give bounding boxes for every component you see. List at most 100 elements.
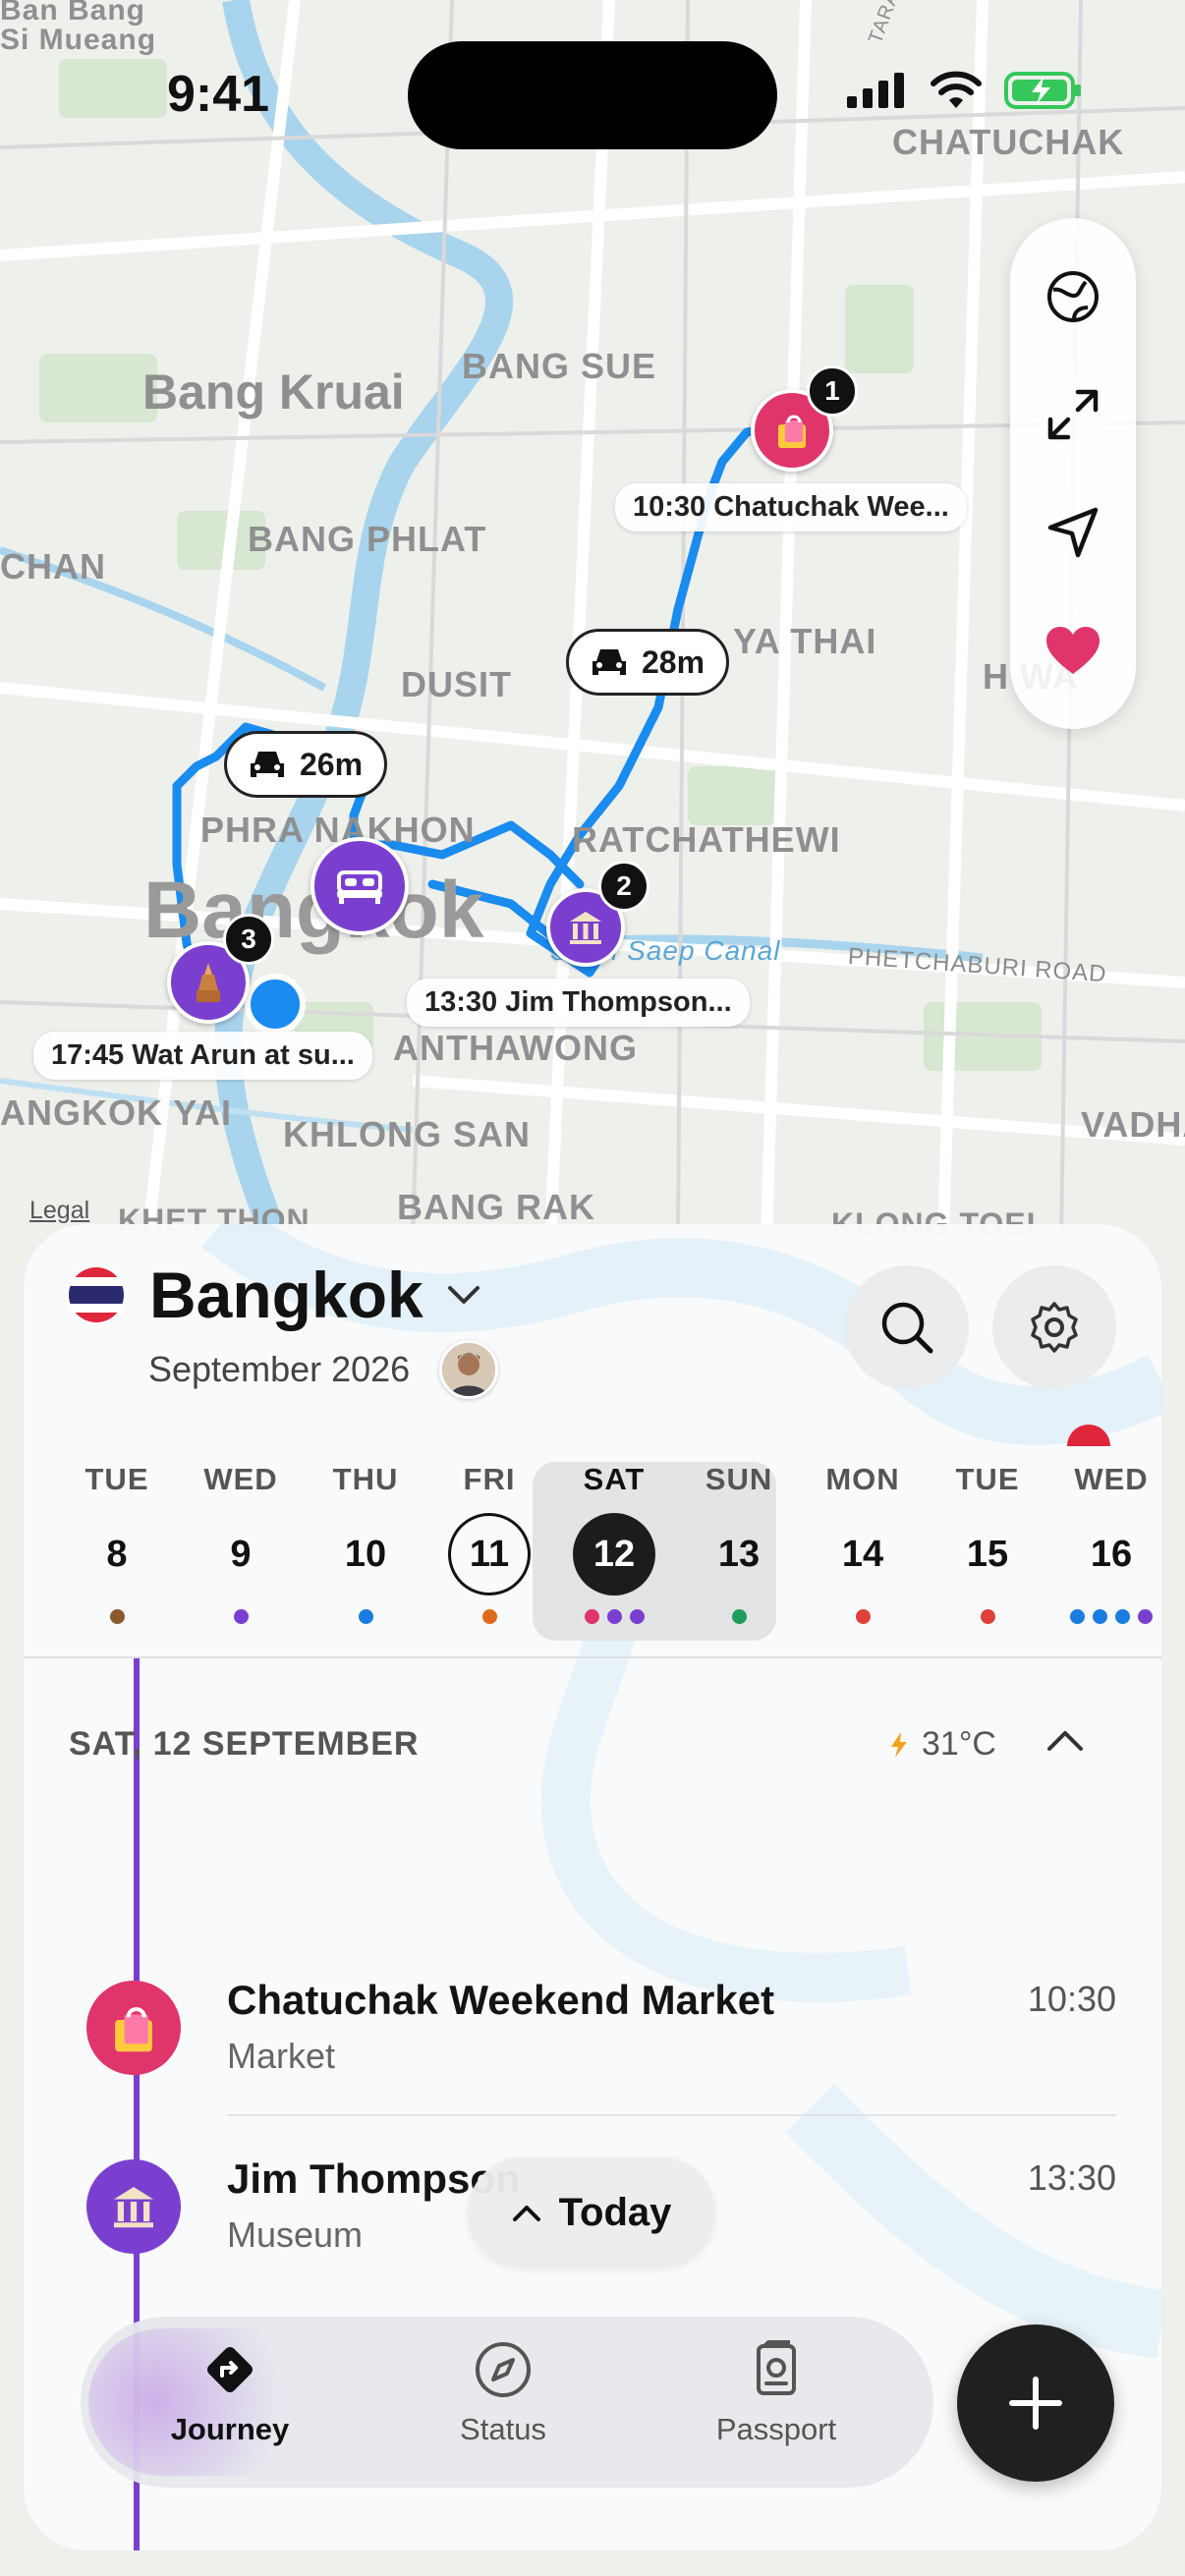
thailand-flag-icon [69, 1267, 124, 1322]
status-icons [847, 71, 1083, 110]
wifi-icon [931, 71, 982, 108]
map-label: CHATUCHAK [892, 122, 1125, 162]
day-cell[interactable]: WED 16 [1052, 1460, 1161, 1627]
tab-passport[interactable]: Passport [658, 2340, 894, 2447]
stop-callout[interactable]: 17:45 Wat Arun at su... [33, 1032, 372, 1080]
bed-icon [337, 870, 382, 904]
status-time: 9:41 [167, 66, 270, 123]
day-dots [430, 1609, 548, 1627]
day-cell[interactable]: THU 10 [307, 1460, 424, 1627]
museum-icon [570, 912, 601, 944]
person-avatar-icon [442, 1343, 496, 1396]
itinerary-entry[interactable]: Chatuchak Weekend Market Market 10:30 [24, 1977, 1161, 2128]
search-icon [881, 1302, 933, 1354]
day-number: 15 [966, 1534, 1009, 1575]
trip-month: September 2026 [148, 1349, 411, 1389]
chevron-up-icon [512, 2206, 540, 2221]
day-dots [307, 1609, 424, 1627]
stop-callout[interactable]: 13:30 Jim Thompson... [407, 979, 750, 1027]
cellular-signal-icon [847, 73, 904, 108]
temple-icon [197, 963, 220, 1002]
map-label: BANG RAK [397, 1187, 595, 1227]
day-cell-today[interactable]: FRI 11 [430, 1460, 548, 1627]
locate-button[interactable] [1034, 493, 1112, 572]
day-cell-selected[interactable]: SAT 12 [555, 1460, 673, 1627]
holiday-indicator-icon [1067, 1425, 1110, 1446]
map-view[interactable]: Ban Bang Si Mueang CHATUCHAK Bang Kruai … [0, 0, 1185, 1242]
day-dots [58, 1609, 176, 1627]
passport-icon [757, 2340, 796, 2395]
trip-header[interactable]: Bangkok [69, 1258, 480, 1332]
museum-entry-icon [86, 2159, 181, 2254]
heart-icon [1046, 627, 1100, 674]
stop-number-badge: 3 [223, 914, 274, 965]
globe-icon [1047, 271, 1099, 322]
add-button[interactable] [957, 2324, 1114, 2482]
day-number: 9 [230, 1534, 252, 1575]
car-icon [251, 752, 284, 777]
day-name: TUE [955, 1462, 1020, 1496]
favorites-button[interactable] [1034, 611, 1112, 690]
entry-time: 13:30 [1027, 2157, 1116, 2198]
day-name: WED [203, 1462, 278, 1496]
shopping-bag-icon [115, 2007, 152, 2052]
day-cell[interactable]: TUE 8 [58, 1460, 176, 1627]
tab-label: Passport [715, 2412, 837, 2446]
day-name: SUN [705, 1462, 773, 1496]
entry-separator [227, 2114, 1116, 2116]
day-cell[interactable]: MON 14 [804, 1460, 922, 1627]
battery-charging-icon [1004, 72, 1081, 109]
day-number: 14 [841, 1534, 884, 1575]
map-label: ANTHAWONG [393, 1028, 638, 1068]
journey-icon [207, 2347, 253, 2392]
map-label: BANG SUE [462, 346, 657, 386]
tab-label: Status [460, 2412, 546, 2446]
map-label: DUSIT [401, 664, 512, 704]
map-label: BANG PHLAT [248, 519, 487, 559]
globe-button[interactable] [1034, 257, 1112, 336]
divider [24, 1656, 1161, 1658]
today-label: Today [558, 2190, 672, 2234]
stop-callout[interactable]: 10:30 Chatuchak Wee... [615, 483, 967, 532]
day-cell[interactable]: TUE 15 [929, 1460, 1046, 1627]
today-button[interactable]: Today [468, 2157, 715, 2268]
tab-status[interactable]: Status [385, 2340, 621, 2447]
expand-button[interactable] [1034, 375, 1112, 454]
dynamic-island [408, 41, 777, 149]
day-cell[interactable]: SUN 13 [680, 1460, 798, 1627]
settings-button[interactable] [992, 1265, 1116, 1389]
shopping-bag-icon [778, 415, 806, 448]
day-dots [555, 1609, 673, 1627]
day-dots [182, 1609, 300, 1627]
day-dots [1052, 1609, 1161, 1627]
itinerary-sheet: Bangkok September 2026 TUE 8 WED 9 THU 1… [24, 1224, 1161, 2550]
museum-icon [114, 2187, 153, 2228]
day-dots [929, 1609, 1046, 1627]
drive-time-chip[interactable]: 26m [224, 731, 388, 798]
day-name: TUE [85, 1462, 149, 1496]
day-name: MON [825, 1462, 900, 1496]
traveler-avatar[interactable] [439, 1340, 499, 1399]
hotel-pin[interactable] [310, 837, 409, 935]
lightning-icon [891, 1731, 907, 1758]
stop-number-badge: 1 [807, 365, 858, 417]
search-button[interactable] [845, 1265, 969, 1389]
map-label: YA THAI [733, 621, 877, 661]
drive-time-chip[interactable]: 28m [566, 629, 730, 696]
day-name: THU [332, 1462, 399, 1496]
car-icon [592, 649, 626, 675]
tab-label: Journey [170, 2412, 290, 2446]
tab-journey[interactable]: Journey [112, 2340, 348, 2447]
drive-time-label: 28m [642, 644, 705, 680]
map-label: RATCHATHEWI [572, 819, 841, 860]
day-dots [804, 1609, 922, 1627]
tab-bar: Journey Status Passport [81, 2317, 933, 2488]
day-cell[interactable]: WED 9 [182, 1460, 300, 1627]
map-label: VADHA [1081, 1104, 1185, 1145]
day-number: 8 [106, 1534, 128, 1575]
legal-link[interactable]: Legal [29, 1197, 89, 1225]
chevron-up-icon[interactable] [1045, 1727, 1085, 1753]
trip-subtitle: September 2026 [148, 1340, 499, 1399]
day-dots [680, 1609, 798, 1627]
chevron-down-icon [447, 1286, 480, 1304]
